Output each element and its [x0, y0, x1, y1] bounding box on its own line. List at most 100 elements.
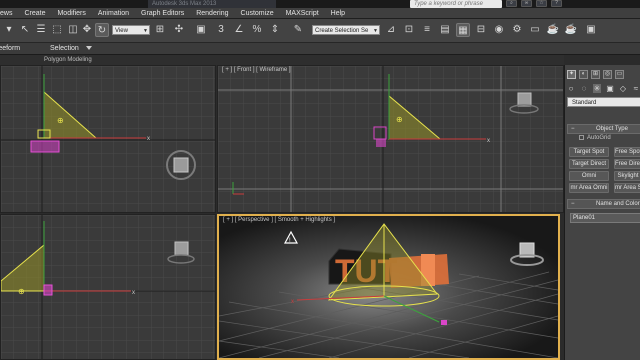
object-name-field[interactable]: Plane01 [570, 213, 640, 223]
percent-snap-icon[interactable]: % [250, 23, 264, 37]
menu-animation[interactable]: Animation [92, 8, 135, 18]
spacewarps-icon[interactable]: ≈ [632, 84, 640, 93]
reference-coordinate-dropdown[interactable]: View ▼ [112, 25, 150, 35]
snaps-toggle-icon[interactable]: 3 [214, 23, 228, 37]
render-iterative-icon[interactable]: ☕ [564, 23, 578, 37]
window-crossing-icon[interactable]: ◫ [66, 23, 80, 37]
spinner-snap-icon[interactable]: ⇕ [268, 23, 282, 37]
viewcube-icon[interactable] [174, 241, 189, 256]
lights-icon[interactable]: ✳ [593, 84, 601, 93]
menu-rendering[interactable]: Rendering [190, 8, 234, 18]
shapes-icon[interactable]: ◌ [580, 84, 588, 93]
mr-area-omni-button[interactable]: mr Area Omni [569, 183, 609, 193]
selected-plane[interactable] [43, 284, 53, 296]
layer-manager-icon[interactable]: ≡ [420, 23, 434, 37]
autogrid-checkbox[interactable]: AutoGrid [579, 135, 611, 141]
menu-bar: ews Create Modifiers Animation Graph Edi… [0, 8, 640, 19]
select-by-name-icon[interactable]: ☰ [34, 23, 48, 37]
menu-create[interactable]: Create [18, 8, 51, 18]
customize-ui-icon[interactable]: ▣ [584, 23, 598, 37]
create-tab-icon[interactable]: ✦ [567, 70, 576, 79]
help-icon[interactable]: ? [551, 0, 562, 7]
skylight-button[interactable]: Skylight [614, 171, 640, 181]
left-viewport-canvas: x ⊕ [1, 215, 215, 359]
cameras-icon[interactable]: ▣ [606, 84, 614, 93]
menu-graph-editors[interactable]: Graph Editors [135, 8, 190, 18]
display-tab-icon[interactable]: ▭ [615, 70, 624, 79]
viewcube-icon[interactable] [517, 92, 532, 107]
free-spot-button[interactable]: Free Spot [614, 147, 640, 157]
viewport-front[interactable]: x ⊕ [ + ] [ Front ] [ Wireframe ] [217, 65, 564, 213]
rect-selection-icon[interactable]: ⬚ [50, 23, 64, 37]
rendered-frame-icon[interactable]: ▭ [528, 23, 542, 37]
rotate-icon[interactable]: ↻ [95, 23, 109, 37]
x-axis-label: x [147, 136, 150, 142]
transform-marker: ⊕ [57, 116, 64, 125]
ribbon-dropdown-icon[interactable] [86, 46, 92, 50]
modify-tab-icon[interactable]: ◐ [579, 70, 588, 79]
x-axis-label: x [132, 290, 135, 296]
named-selection-icon[interactable]: ✎ [291, 23, 305, 37]
binoculars-icon[interactable]: ∞ [521, 0, 532, 7]
geometry-icon[interactable]: ○ [567, 84, 575, 93]
keyboard-shortcut-icon[interactable]: ▣ [194, 23, 208, 37]
viewcube-icon[interactable] [173, 157, 189, 173]
angle-snap-icon[interactable]: ∠ [232, 23, 246, 37]
viewport-left[interactable]: x ⊕ [0, 214, 216, 360]
object-type-rollout[interactable]: − Object Type [567, 124, 640, 134]
menu-modifiers[interactable]: Modifiers [51, 8, 91, 18]
motion-tab-icon[interactable]: ◎ [603, 70, 612, 79]
target-spot-button[interactable]: Target Spot [569, 147, 609, 157]
hierarchy-tab-icon[interactable]: ⊞ [591, 70, 600, 79]
menu-maxscript[interactable]: MAXScript [280, 8, 325, 18]
checkbox-icon[interactable] [579, 135, 584, 140]
viewport-top[interactable]: x ⊕ [0, 65, 216, 213]
select-manipulate-icon[interactable]: ✣ [172, 23, 186, 37]
name-color-rollout[interactable]: − Name and Color [567, 199, 640, 209]
search-icon[interactable]: ⌕ [506, 0, 517, 7]
star-icon[interactable]: ☆ [536, 0, 547, 7]
pivot-center-icon[interactable]: ⊞ [153, 23, 167, 37]
menu-views[interactable]: ews [0, 8, 18, 18]
viewport-label[interactable]: [ + ] [ Perspective ] [ Smooth + Highlig… [223, 217, 335, 223]
move-icon[interactable]: ✥ [80, 23, 94, 37]
align-icon[interactable]: ⊡ [402, 23, 416, 37]
category-dropdown[interactable]: Standard [567, 97, 640, 107]
collapse-icon: − [571, 126, 575, 132]
transform-marker: ⊕ [18, 287, 25, 296]
top-viewport-canvas: x ⊕ [1, 66, 215, 212]
omni-button[interactable]: Omni [569, 171, 609, 181]
helpers-icon[interactable]: ◇ [619, 84, 627, 93]
ribbon-subtitle: Polygon Modeling [44, 57, 92, 63]
ribbon-tab-selection[interactable]: Selection [50, 43, 79, 55]
x-axis-label: x [291, 299, 294, 305]
curve-editor-icon[interactable]: ▦ [456, 23, 470, 37]
viewport-perspective[interactable]: TUT x ! [ + ] [ Perspective ] [ Smooth +… [217, 214, 560, 360]
rollout-title: Name and Color [596, 201, 640, 207]
selected-object-fill [376, 139, 386, 147]
menu-help[interactable]: Help [325, 8, 351, 18]
render-production-icon[interactable]: ☕ [546, 23, 560, 37]
selected-plane[interactable] [30, 140, 60, 153]
transform-marker: ⊕ [396, 115, 403, 124]
select-filter-icon[interactable]: ▾ [2, 23, 16, 37]
window-title: Autodesk 3ds Max 2013 [148, 0, 276, 8]
selection-set-dropdown[interactable]: Create Selection Se ▼ [312, 25, 380, 35]
ribbon-tab-freeform[interactable]: reeform [0, 43, 20, 55]
mirror-icon[interactable]: ⊿ [384, 23, 398, 37]
menu-customize[interactable]: Customize [235, 8, 280, 18]
select-object-icon[interactable]: ↖ [18, 23, 32, 37]
material-editor-icon[interactable]: ◉ [492, 23, 506, 37]
graphite-toggle-icon[interactable]: ▤ [438, 23, 452, 37]
schematic-view-icon[interactable]: ⊟ [474, 23, 488, 37]
target-direct-button[interactable]: Target Direct [569, 159, 609, 169]
perspective-viewport-canvas: TUT x ! [219, 216, 558, 358]
free-direct-button[interactable]: Free Direct [614, 159, 640, 169]
help-search-input[interactable]: Type a keyword or phrase [410, 0, 502, 8]
collapse-icon: − [571, 201, 575, 207]
ribbon-sub-bar: Polygon Modeling [0, 55, 564, 65]
viewport-label[interactable]: [ + ] [ Front ] [ Wireframe ] [222, 67, 291, 73]
render-setup-icon[interactable]: ⚙ [510, 23, 524, 37]
mr-area-spot-button[interactable]: mr Area Spot [614, 183, 640, 193]
selected-object-marker[interactable] [441, 320, 447, 325]
